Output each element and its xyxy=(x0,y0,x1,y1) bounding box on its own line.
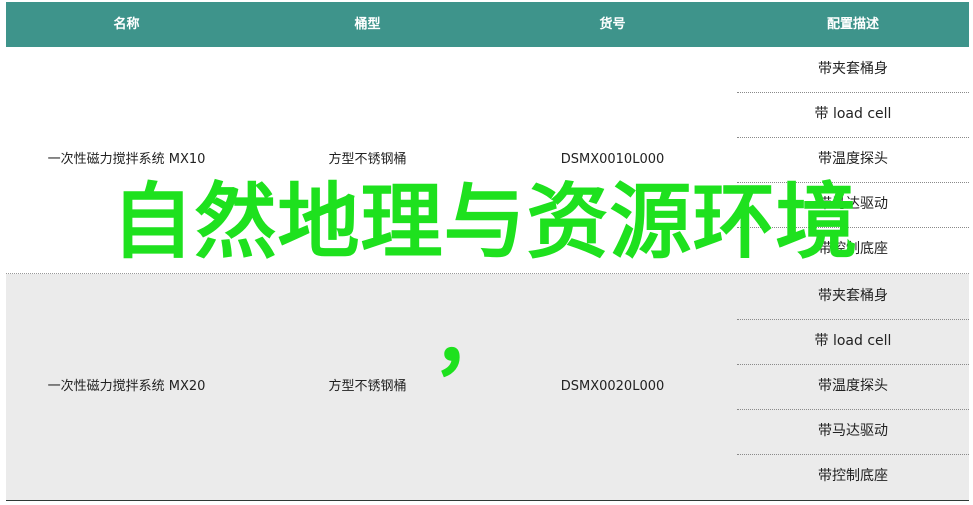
config-item: 带控制底座 xyxy=(818,241,888,257)
config-item: 带温度探头 xyxy=(818,378,888,394)
product-type: 方型不锈钢桶 xyxy=(328,379,407,394)
config-item: 带 load cell xyxy=(814,333,892,349)
table-header: 名称 桶型 货号 配置描述 xyxy=(6,2,969,47)
config-item: 带控制底座 xyxy=(818,468,888,484)
product-table: 名称 桶型 货号 配置描述 一次性磁力搅拌系统 MX10 方型不锈钢桶 DSMX… xyxy=(6,2,969,501)
table-row: 一次性磁力搅拌系统 MX10 方型不锈钢桶 DSMX0010L000 带夹套桶身… xyxy=(6,47,969,273)
config-item: 带 load cell xyxy=(814,106,892,122)
table-row: 一次性磁力搅拌系统 MX20 方型不锈钢桶 DSMX0020L000 带夹套桶身… xyxy=(6,274,969,500)
config-item: 带夹套桶身 xyxy=(818,288,888,304)
header-name: 名称 xyxy=(113,17,140,32)
header-type: 桶型 xyxy=(354,17,381,32)
config-item: 带马达驱动 xyxy=(818,196,888,212)
product-name: 一次性磁力搅拌系统 MX10 xyxy=(47,152,206,167)
header-config: 配置描述 xyxy=(826,17,879,32)
config-item: 带温度探头 xyxy=(818,151,888,167)
product-code: DSMX0020L000 xyxy=(560,379,665,394)
product-type: 方型不锈钢桶 xyxy=(328,152,407,167)
product-code: DSMX0010L000 xyxy=(560,152,665,167)
header-code: 货号 xyxy=(599,17,626,32)
config-item: 带马达驱动 xyxy=(818,423,888,439)
config-item: 带夹套桶身 xyxy=(818,61,888,77)
page: 名称 桶型 货号 配置描述 一次性磁力搅拌系统 MX10 方型不锈钢桶 DSMX… xyxy=(0,0,973,505)
product-name: 一次性磁力搅拌系统 MX20 xyxy=(47,379,206,394)
